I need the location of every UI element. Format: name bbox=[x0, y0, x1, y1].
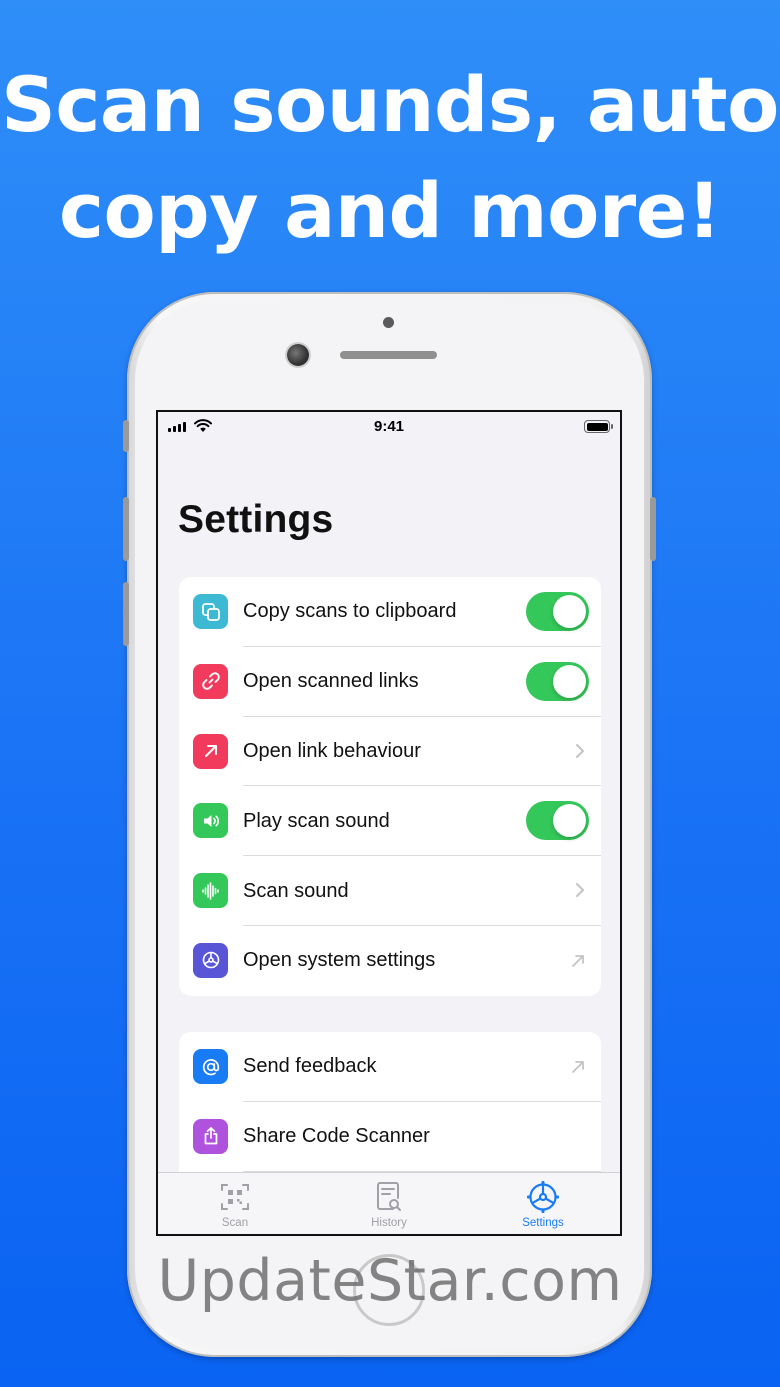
setting-row-open-links[interactable]: Open scanned links bbox=[179, 647, 601, 717]
setting-row-open-system-settings[interactable]: Open system settings bbox=[179, 926, 601, 996]
headline: Scan sounds, auto copy and more! bbox=[0, 52, 780, 264]
external-arrow-icon bbox=[572, 955, 584, 967]
at-icon bbox=[193, 1049, 228, 1084]
tab-settings[interactable]: Settings bbox=[483, 1179, 603, 1229]
status-bar: 9:41 bbox=[158, 412, 620, 440]
status-time: 9:41 bbox=[373, 418, 405, 435]
settings-group-general: Copy scans to clipboard Open scanned lin… bbox=[179, 577, 601, 996]
setting-row-scan-sound[interactable]: Scan sound bbox=[179, 856, 601, 926]
power-button bbox=[650, 497, 656, 561]
battery-icon bbox=[584, 420, 613, 433]
setting-row-share-app[interactable]: Share Code Scanner bbox=[179, 1102, 601, 1172]
front-camera bbox=[287, 344, 309, 366]
play-scan-sound-toggle[interactable] bbox=[526, 801, 589, 841]
tab-bar: Scan History Settings bbox=[158, 1172, 620, 1234]
phone-screen: 9:41 Settings Copy scans to clipboard Op… bbox=[156, 410, 622, 1236]
tab-label: Settings bbox=[522, 1217, 564, 1229]
gear-icon bbox=[193, 942, 228, 978]
setting-label: Open link behaviour bbox=[243, 739, 421, 762]
waveform-icon bbox=[193, 873, 228, 909]
copy-icon bbox=[193, 594, 228, 629]
setting-row-copy-scans[interactable]: Copy scans to clipboard bbox=[179, 577, 601, 647]
page-title: Settings bbox=[178, 498, 334, 541]
chevron-right-icon bbox=[576, 743, 584, 758]
earpiece-speaker bbox=[340, 351, 437, 359]
arrow-up-right-icon bbox=[193, 733, 228, 769]
external-arrow-icon bbox=[572, 1061, 584, 1073]
qr-scan-icon bbox=[221, 1184, 249, 1210]
volume-down-button bbox=[123, 582, 129, 646]
share-icon bbox=[193, 1118, 228, 1154]
gear-icon bbox=[527, 1181, 559, 1213]
setting-label: Share Code Scanner bbox=[243, 1125, 430, 1148]
open-links-toggle[interactable] bbox=[526, 661, 589, 701]
setting-label: Play scan sound bbox=[243, 809, 390, 832]
watermark: UpdateStar.com bbox=[157, 1248, 623, 1314]
front-sensor bbox=[383, 317, 394, 328]
tab-history[interactable]: History bbox=[329, 1179, 449, 1229]
setting-label: Scan sound bbox=[243, 879, 349, 902]
volume-up-button bbox=[123, 497, 129, 561]
setting-row-send-feedback[interactable]: Send feedback bbox=[179, 1032, 601, 1102]
speaker-icon bbox=[193, 803, 228, 839]
setting-label: Open scanned links bbox=[243, 670, 419, 693]
setting-label: Open system settings bbox=[243, 949, 436, 972]
copy-scans-toggle[interactable] bbox=[526, 592, 589, 631]
tab-label: Scan bbox=[221, 1217, 249, 1229]
tab-scan[interactable]: Scan bbox=[175, 1179, 295, 1229]
headline-line-1: Scan sounds, auto bbox=[1, 60, 779, 149]
setting-label: Send feedback bbox=[243, 1055, 377, 1078]
setting-row-open-link-behaviour[interactable]: Open link behaviour bbox=[179, 717, 601, 787]
setting-row-play-scan-sound[interactable]: Play scan sound bbox=[179, 786, 601, 857]
chevron-right-icon bbox=[576, 883, 584, 898]
document-search-icon bbox=[377, 1182, 401, 1211]
mute-switch bbox=[123, 420, 129, 452]
setting-label: Copy scans to clipboard bbox=[243, 600, 457, 623]
headline-line-2: copy and more! bbox=[58, 166, 722, 255]
link-icon bbox=[193, 663, 228, 699]
tab-label: History bbox=[371, 1217, 407, 1229]
